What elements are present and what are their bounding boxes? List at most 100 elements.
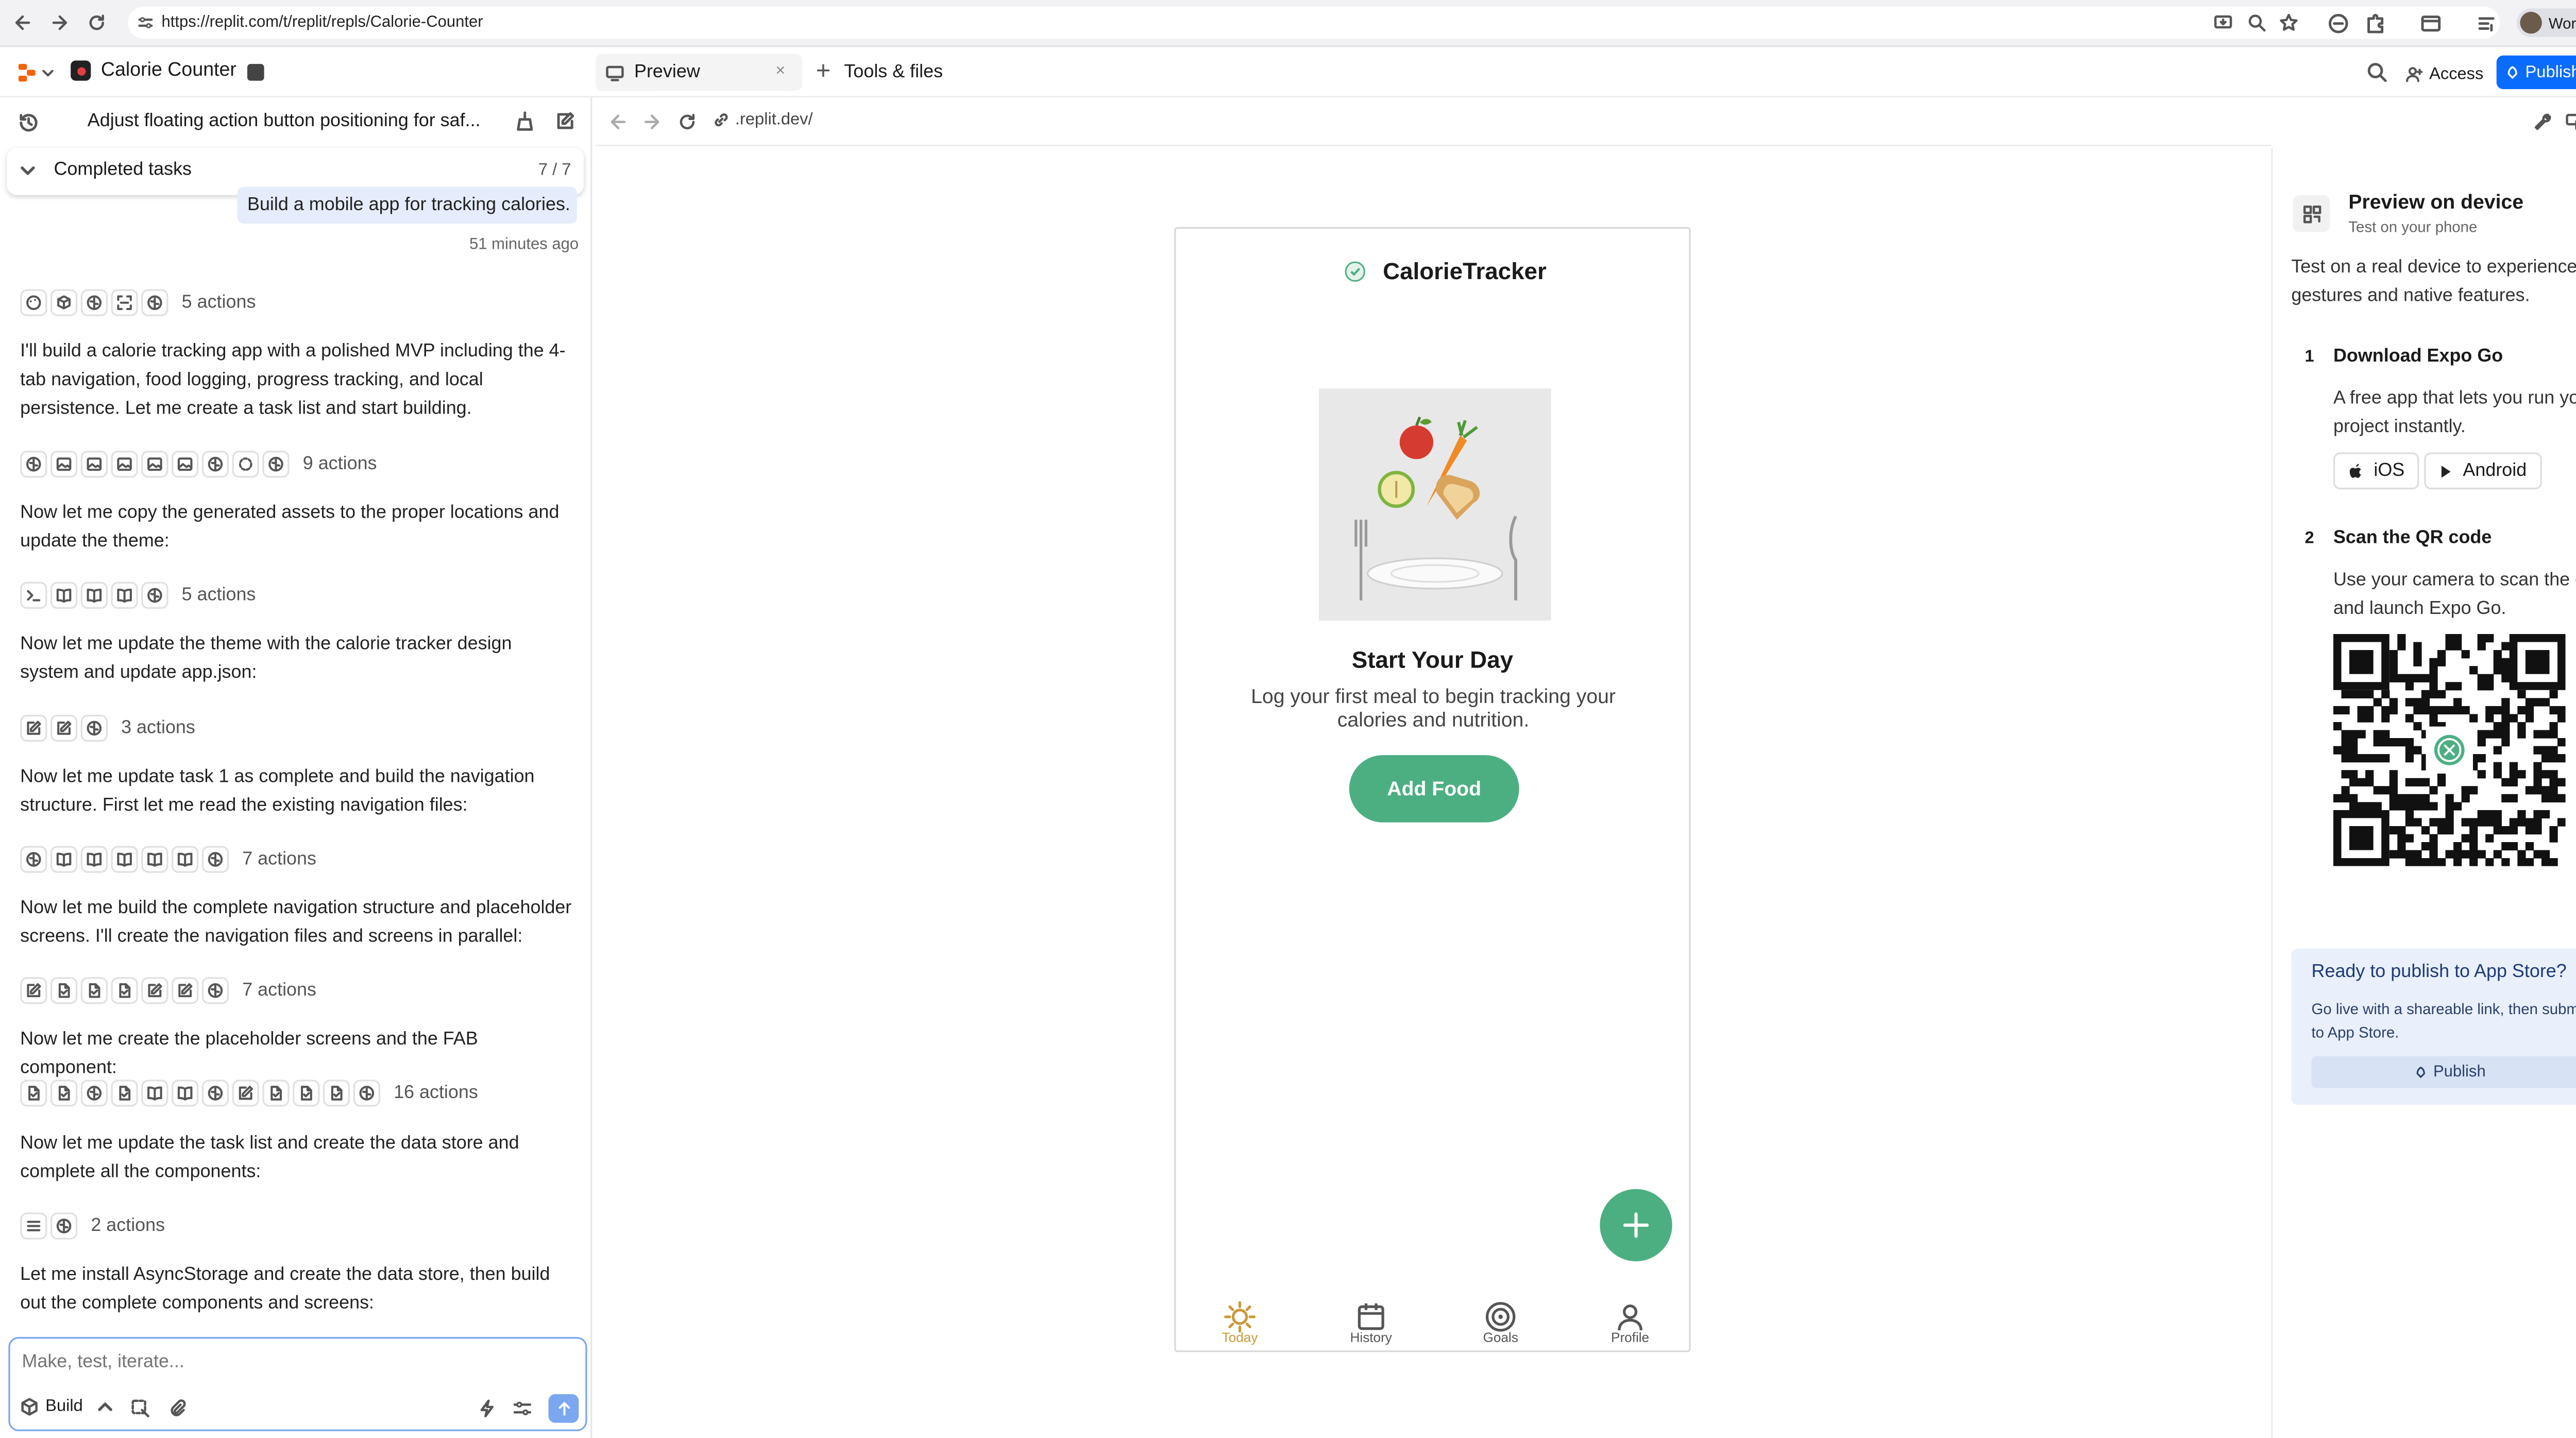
devtools-icon[interactable] [2534,113,2552,131]
new-chat-icon[interactable] [555,111,575,131]
action-count: 2 actions [91,1216,165,1236]
fab-add-button[interactable] [1600,1189,1672,1261]
brain-icon [262,451,290,478]
project-name[interactable]: Calorie Counter [71,60,236,81]
media-controls-icon[interactable] [2477,13,2497,33]
action-group[interactable]: 7 actions [20,844,316,875]
back-icon[interactable] [13,13,32,32]
scan-icon [111,289,138,316]
settings-sliders-icon[interactable] [513,1399,532,1418]
brain-icon [50,1212,78,1240]
search-icon[interactable] [2367,62,2387,82]
mode-selector[interactable]: Build [20,1397,113,1416]
publish-card-description: Go live with a shareable link, then subm… [2311,1000,2576,1041]
message-timestamp: 51 minutes ago [469,235,579,254]
agent-message: Let me install AsyncStorage and create t… [20,1264,550,1314]
stop-icon[interactable] [247,64,264,81]
book-icon [172,1080,199,1107]
play-icon [2441,465,2451,477]
action-group[interactable]: 7 actions [20,975,316,1006]
brain-icon [201,1080,229,1107]
close-tab-icon[interactable]: × [775,54,785,91]
action-group[interactable]: 5 actions [20,580,256,611]
user-message: Build a mobile app for tracking calories… [237,186,577,224]
qr-center-logo-icon [2429,730,2470,771]
android-button[interactable]: Android [2424,452,2542,490]
puzzle-icon[interactable] [2365,13,2385,33]
action-group[interactable]: 16 actions [20,1078,478,1108]
ios-label: iOS [2374,460,2405,481]
install-app-icon[interactable] [2214,13,2232,32]
action-group[interactable]: 9 actions [20,449,377,480]
plus-icon [1623,1212,1649,1238]
file-icon [50,1080,78,1107]
zoom-icon[interactable] [2247,13,2266,32]
edit-icon [172,977,199,1004]
lightning-icon[interactable] [478,1399,496,1418]
tab-preview[interactable]: Preview × [595,54,803,91]
arrow-up-icon [558,1401,569,1416]
access-button[interactable]: Access [2405,59,2483,89]
brain-icon [80,714,108,742]
cube-icon [21,1398,38,1416]
action-group[interactable]: 5 actions [20,287,256,318]
preview-reload-icon[interactable] [678,113,697,131]
tab-profile-label: Profile [1611,1330,1650,1346]
select-element-icon[interactable] [131,1399,150,1418]
publish-card-button-label: Publish [2433,1063,2486,1082]
tab-search-icon[interactable] [2421,13,2441,33]
send-button[interactable] [548,1394,579,1423]
empty-state-subtitle: Log your first meal to begin tracking yo… [1251,684,1616,732]
profile-label: Work [2548,14,2576,31]
extension-icon[interactable] [2328,13,2348,33]
profile-chip[interactable]: Work [2516,8,2576,37]
plus-icon: + [816,57,831,86]
tasks-count: 7 / 7 [538,161,571,180]
edit-icon [141,977,168,1004]
tab-tools-files[interactable]: + Tools & files [816,54,943,91]
action-group[interactable]: 3 actions [20,713,195,743]
step-2-number: 2 [2304,529,2314,549]
history-icon[interactable] [19,113,39,133]
reload-icon[interactable] [88,13,106,32]
device-panel-title: Preview on device [2348,190,2524,214]
add-food-button[interactable]: Add Food [1349,755,1519,823]
paperclip-icon[interactable] [168,1399,187,1418]
sun-icon [1224,1301,1256,1333]
cleanup-icon[interactable] [515,111,535,131]
tab-history[interactable]: History [1346,1300,1396,1345]
brain-icon [80,1080,108,1107]
step-2-description: Use your camera to scan the code and lau… [2333,570,2576,619]
replit-menu[interactable] [17,62,54,84]
book-icon [80,581,108,609]
book-icon [111,846,138,873]
thread-title[interactable]: Adjust floating action button positionin… [88,111,492,131]
tasks-label: Completed tasks [54,160,192,180]
tab-today[interactable]: Today [1222,1300,1259,1345]
cube-icon [50,289,78,316]
action-group[interactable]: 2 actions [20,1211,165,1241]
address-bar[interactable]: https://replit.com/t/replit/repls/Calori… [128,7,2500,39]
publish-button[interactable]: Publish [2496,55,2576,90]
spinner-icon [232,451,259,478]
ios-button[interactable]: iOS [2333,452,2420,490]
preview-forward-icon[interactable] [642,113,661,131]
terminal-icon [20,581,47,609]
tab-goals[interactable]: Goals [1476,1300,1526,1345]
link-icon [715,113,728,127]
preview-back-icon[interactable] [609,113,628,131]
chat-input[interactable] [22,1348,561,1376]
device-toggle-icon[interactable] [2566,113,2576,131]
edit-icon [50,714,78,742]
step-2-title: Scan the QR code [2333,528,2492,549]
brain-icon [80,289,108,316]
image-icon [172,451,199,478]
tab-profile[interactable]: Profile [1605,1300,1655,1345]
forward-icon[interactable] [50,13,69,32]
site-settings-icon[interactable] [138,15,153,30]
bookmark-star-icon[interactable] [2279,13,2298,32]
file-icon [20,1080,47,1107]
preview-address-bar[interactable]: .replit.dev/ [713,111,813,129]
action-count: 16 actions [394,1083,478,1104]
publish-card-button[interactable]: Publish [2311,1056,2576,1088]
